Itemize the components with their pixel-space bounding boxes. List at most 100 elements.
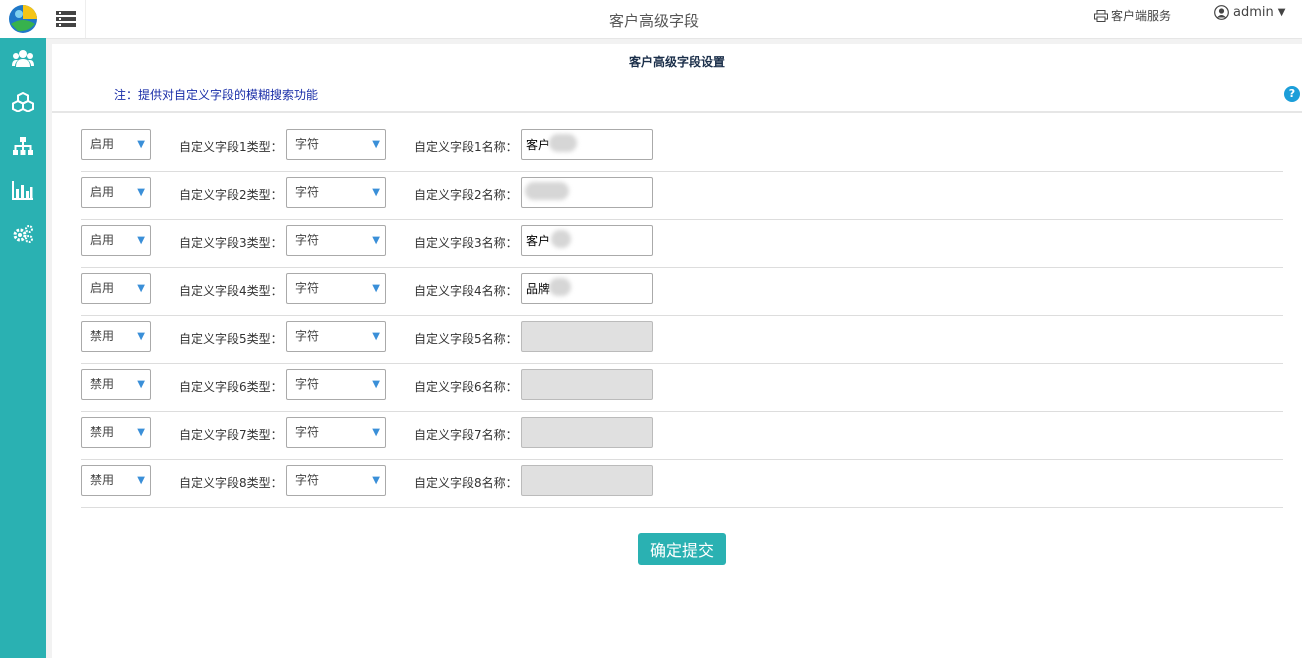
status-value: 启用	[90, 233, 115, 247]
status-value: 禁用	[90, 425, 115, 439]
caret-down-icon: ▼	[1277, 7, 1286, 18]
type-value: 字符	[295, 281, 320, 295]
search-note: 注：提供对自定义字段的模糊搜索功能	[114, 88, 319, 102]
type-label: 自定义字段7类型：	[179, 428, 283, 442]
status-select[interactable]: 启用 ▼	[81, 273, 151, 304]
type-value: 字符	[295, 329, 320, 343]
custom-field-row: 启用 ▼ 自定义字段2类型： 字符 ▼ 自定义字段2名称：	[81, 172, 1283, 220]
page-title: 客户高级字段	[609, 12, 700, 30]
type-select[interactable]: 字符 ▼	[286, 129, 386, 160]
user-menu[interactable]: admin ▼	[1214, 5, 1285, 20]
cubes-icon[interactable]	[11, 90, 35, 114]
chevron-down-icon: ▼	[137, 139, 145, 150]
chevron-down-icon: ▼	[137, 235, 145, 246]
type-label: 自定义字段8类型：	[179, 476, 283, 490]
chevron-down-icon: ▼	[372, 139, 380, 150]
type-value: 字符	[295, 137, 320, 151]
status-select[interactable]: 禁用 ▼	[81, 417, 151, 448]
username: admin	[1233, 5, 1274, 20]
name-label: 自定义字段7名称：	[414, 428, 518, 442]
main-content: 客户高级字段设置 注：提供对自定义字段的模糊搜索功能 ? 启用 ▼ 自定义字段1类…	[52, 44, 1302, 658]
custom-field-row: 启用 ▼ 自定义字段4类型： 字符 ▼ 自定义字段4名称：	[81, 268, 1283, 316]
type-select[interactable]: 字符 ▼	[286, 417, 386, 448]
status-select[interactable]: 禁用 ▼	[81, 321, 151, 352]
type-select[interactable]: 字符 ▼	[286, 321, 386, 352]
status-select[interactable]: 禁用 ▼	[81, 465, 151, 496]
chevron-down-icon: ▼	[137, 331, 145, 342]
type-label: 自定义字段2类型：	[179, 188, 283, 202]
chevron-down-icon: ▼	[137, 187, 145, 198]
name-field[interactable]	[521, 129, 653, 160]
chevron-down-icon: ▼	[372, 331, 380, 342]
sidebar	[0, 0, 46, 658]
custom-field-list: 启用 ▼ 自定义字段1类型： 字符 ▼ 自定义字段1名称： 启用 ▼ 自定义字段2类型…	[81, 124, 1283, 508]
name-field	[521, 417, 653, 448]
type-value: 字符	[295, 233, 320, 247]
section-title: 客户高级字段设置	[628, 55, 725, 69]
sitemap-icon[interactable]	[11, 134, 35, 158]
type-label: 自定义字段4类型：	[179, 284, 283, 298]
chevron-down-icon: ▼	[372, 379, 380, 390]
status-value: 禁用	[90, 473, 115, 487]
chevron-down-icon: ▼	[372, 475, 380, 486]
users-icon[interactable]	[11, 46, 35, 70]
name-label: 自定义字段8名称：	[414, 476, 518, 490]
content-header: 客户高级字段设置 注：提供对自定义字段的模糊搜索功能 ?	[52, 44, 1302, 113]
chevron-down-icon: ▼	[137, 427, 145, 438]
name-field	[521, 321, 653, 352]
menu-icon	[55, 11, 76, 27]
printer-icon	[1094, 9, 1108, 22]
name-label: 自定义字段2名称：	[414, 188, 518, 202]
type-select[interactable]: 字符 ▼	[286, 225, 386, 256]
redaction-blur	[525, 182, 569, 200]
custom-field-row: 禁用 ▼ 自定义字段7类型： 字符 ▼ 自定义字段7名称：	[81, 412, 1283, 460]
type-value: 字符	[295, 473, 320, 487]
name-field[interactable]	[521, 273, 653, 304]
custom-field-row: 禁用 ▼ 自定义字段5类型： 字符 ▼ 自定义字段5名称：	[81, 316, 1283, 364]
name-field	[521, 369, 653, 400]
redaction-blur	[549, 278, 571, 296]
chevron-down-icon: ▼	[372, 283, 380, 294]
type-label: 自定义字段6类型：	[179, 380, 283, 394]
custom-field-row: 禁用 ▼ 自定义字段6类型： 字符 ▼ 自定义字段6名称：	[81, 364, 1283, 412]
status-select[interactable]: 禁用 ▼	[81, 369, 151, 400]
name-label: 自定义字段4名称：	[414, 284, 518, 298]
submit-button[interactable]: 确定提交	[638, 533, 726, 565]
name-label: 自定义字段5名称：	[414, 332, 518, 346]
chevron-down-icon: ▼	[137, 475, 145, 486]
client-service-label: 客户端服务	[1111, 9, 1172, 23]
status-select[interactable]: 启用 ▼	[81, 225, 151, 256]
custom-field-row: 禁用 ▼ 自定义字段8类型： 字符 ▼ 自定义字段8名称：	[81, 460, 1283, 508]
chevron-down-icon: ▼	[372, 427, 380, 438]
type-select[interactable]: 字符 ▼	[286, 369, 386, 400]
status-select[interactable]: 启用 ▼	[81, 129, 151, 160]
type-value: 字符	[295, 185, 320, 199]
name-label: 自定义字段3名称：	[414, 236, 518, 250]
bar-chart-icon[interactable]	[11, 178, 35, 202]
status-select[interactable]: 启用 ▼	[81, 177, 151, 208]
type-label: 自定义字段1类型：	[179, 140, 283, 154]
type-select[interactable]: 字符 ▼	[286, 465, 386, 496]
menu-toggle-button[interactable]	[46, 0, 86, 38]
type-select[interactable]: 字符 ▼	[286, 177, 386, 208]
status-value: 禁用	[90, 329, 115, 343]
name-label: 自定义字段6名称：	[414, 380, 518, 394]
name-field	[521, 465, 653, 496]
gears-icon[interactable]	[11, 222, 35, 246]
status-value: 启用	[90, 137, 115, 151]
name-field[interactable]	[521, 225, 653, 256]
chevron-down-icon: ▼	[372, 235, 380, 246]
name-label: 自定义字段1名称：	[414, 140, 518, 154]
type-value: 字符	[295, 425, 320, 439]
user-circle-icon	[1214, 5, 1229, 20]
status-value: 启用	[90, 185, 115, 199]
custom-field-row: 启用 ▼ 自定义字段1类型： 字符 ▼ 自定义字段1名称：	[81, 124, 1283, 172]
status-value: 禁用	[90, 377, 115, 391]
app-logo[interactable]	[0, 0, 46, 38]
globe-logo-icon	[9, 5, 37, 33]
redaction-blur	[549, 134, 577, 152]
type-select[interactable]: 字符 ▼	[286, 273, 386, 304]
client-service-link[interactable]: 客户端服务	[1094, 7, 1171, 24]
type-label: 自定义字段3类型：	[179, 236, 283, 250]
help-icon[interactable]: ?	[1284, 86, 1300, 102]
